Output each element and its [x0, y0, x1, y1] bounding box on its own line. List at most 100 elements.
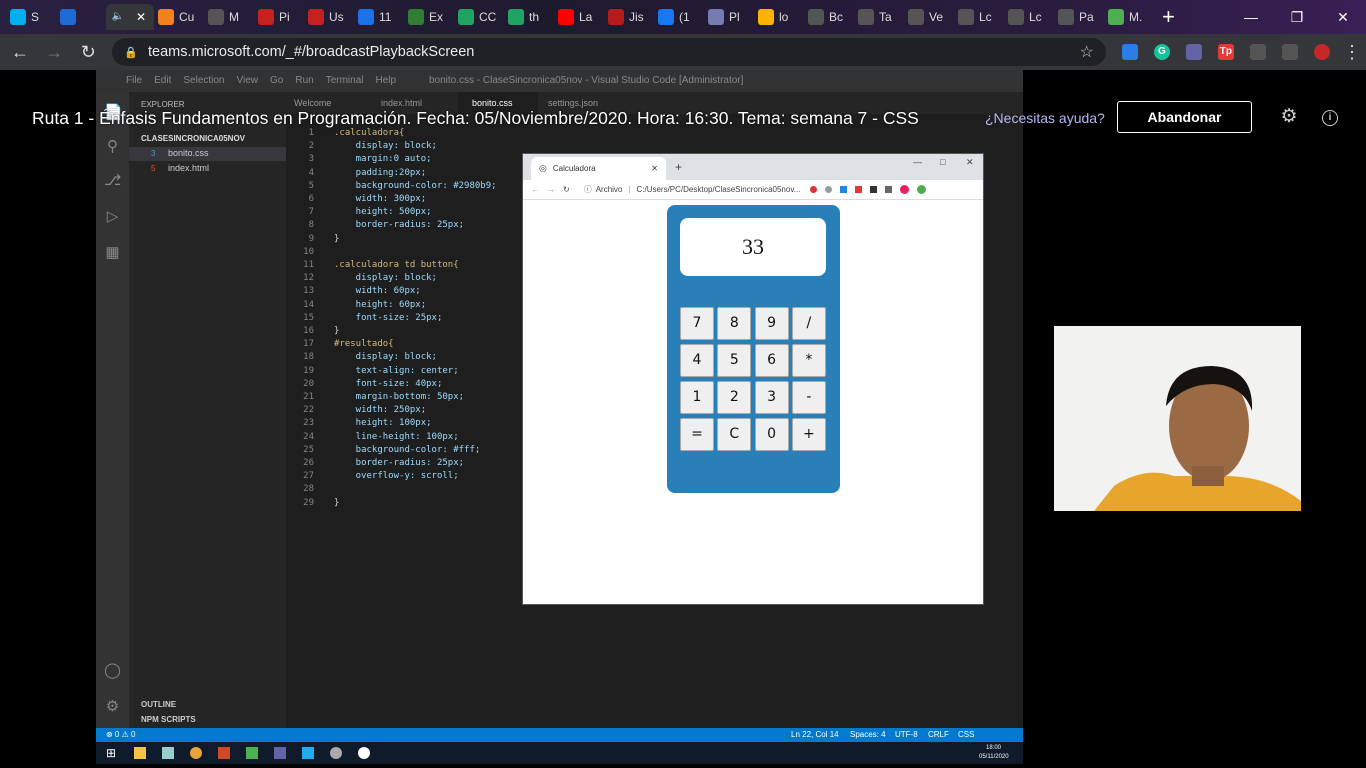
tab-close-icon[interactable]: ✕	[651, 164, 658, 173]
info-icon[interactable]: i	[1322, 110, 1338, 126]
problems-count[interactable]: ⊗ 0 ⚠ 0	[106, 730, 135, 739]
close-icon[interactable]: ✕	[1320, 0, 1366, 34]
gear-icon[interactable]: ⚙	[1279, 107, 1299, 127]
browser-tab[interactable]: Ex	[404, 4, 454, 30]
browser-tab[interactable]: (1	[654, 4, 704, 30]
browser-tab[interactable]: Bc	[804, 4, 854, 30]
calc-key[interactable]: =	[680, 418, 714, 451]
help-link[interactable]: ¿Necesitas ayuda?	[985, 110, 1105, 126]
grammarly-icon[interactable]: G	[1153, 44, 1170, 60]
browser-tab[interactable]: La	[554, 4, 604, 30]
calc-key[interactable]: 9	[754, 307, 789, 340]
source-control-icon[interactable]: ⎇	[104, 172, 121, 189]
browser-tab[interactable]: M.	[1104, 4, 1154, 30]
file-item-index[interactable]: index.html	[168, 163, 209, 173]
new-tab-icon[interactable]: +	[1162, 4, 1175, 30]
browser-tab[interactable]: Jis	[604, 4, 654, 30]
browser-tab[interactable]: th	[504, 4, 554, 30]
calc-key[interactable]: 1	[680, 381, 714, 414]
vscode-menu-item[interactable]: Go	[270, 75, 283, 86]
vscode-menu-item[interactable]: Edit	[154, 75, 171, 86]
calc-tab[interactable]: ◎ Calculadora ✕	[531, 157, 666, 180]
ext-blue-icon[interactable]	[840, 186, 848, 193]
calc-key[interactable]: -	[791, 381, 826, 414]
browser-tab[interactable]: Ve	[904, 4, 954, 30]
browser-tab[interactable]: Lc	[954, 4, 1004, 30]
browser-tab[interactable]: 🔈 ✕	[106, 4, 154, 30]
settings-icon[interactable]: ⚙	[104, 698, 121, 715]
calc-key[interactable]: 0	[754, 418, 789, 451]
playlist-icon[interactable]	[1281, 44, 1298, 60]
calc-key[interactable]: C	[717, 418, 752, 451]
url-field[interactable]: 🔒 teams.microsoft.com/_#/broadcastPlayba…	[112, 38, 1106, 66]
leave-button[interactable]: Abandonar	[1117, 101, 1252, 133]
misc-taskbar-icon[interactable]	[330, 747, 342, 759]
calc-key[interactable]: *	[791, 344, 826, 377]
folder-taskbar-icon[interactable]	[134, 747, 146, 759]
powerpoint-taskbar-icon[interactable]	[218, 747, 230, 759]
ext-shield-icon[interactable]	[825, 186, 833, 193]
profile-icon[interactable]	[900, 185, 910, 194]
browser-tab[interactable]: Ta	[854, 4, 904, 30]
star-icon[interactable]: ☆	[1080, 42, 1094, 62]
calc-key[interactable]: 7	[680, 307, 714, 340]
new-tab-icon[interactable]: +	[675, 160, 682, 174]
puzzle-icon[interactable]	[1249, 44, 1266, 60]
teams-ext-icon[interactable]	[1185, 44, 1202, 60]
calc-back-icon[interactable]: ←	[531, 185, 539, 194]
extensions-icon[interactable]: ▦	[104, 244, 121, 261]
vscode-taskbar-icon[interactable]	[302, 747, 314, 759]
tp-ext-icon[interactable]: Tp	[1217, 44, 1234, 60]
browser-tab[interactable]: S	[6, 4, 56, 30]
calc-minimize-icon[interactable]: —	[913, 157, 922, 167]
search-icon[interactable]: ⚲	[104, 138, 121, 155]
calc-key[interactable]: 2	[717, 381, 752, 414]
file-item-bonito[interactable]: bonito.css	[168, 148, 209, 158]
browser-tab[interactable]: Lc	[1004, 4, 1054, 30]
browser-tab[interactable]: lo	[754, 4, 804, 30]
line-ending[interactable]: CRLF	[928, 730, 949, 739]
forward-icon[interactable]: →	[40, 37, 68, 67]
vscode-menu-item[interactable]: View	[237, 75, 259, 86]
vscode-menu-item[interactable]: Run	[295, 75, 313, 86]
addr-path[interactable]: C:/Users/PC/Desktop/ClaseSincronica05nov…	[636, 185, 800, 194]
extension-cloud-icon[interactable]	[1121, 44, 1138, 60]
browser-tab[interactable]: Pa	[1054, 4, 1104, 30]
calc-forward-icon[interactable]: →	[547, 185, 555, 194]
ext-dark-icon[interactable]	[870, 186, 878, 193]
calc-key[interactable]: 6	[754, 344, 789, 377]
calc-key[interactable]: 4	[680, 344, 714, 377]
browser-tab[interactable]	[56, 4, 106, 30]
calc-close-icon[interactable]: ✕	[966, 157, 974, 168]
calc-key[interactable]: /	[791, 307, 826, 340]
cursor-position[interactable]: Ln 22, Col 14	[791, 730, 839, 739]
maps-taskbar-icon[interactable]	[358, 747, 370, 759]
outline-section[interactable]: OUTLINE	[141, 700, 176, 709]
teams-taskbar-icon[interactable]	[274, 747, 286, 759]
app-taskbar-icon[interactable]	[162, 747, 174, 759]
calc-key[interactable]: 3	[754, 381, 789, 414]
folder-name[interactable]: CLASESINCRONICA05NOV	[141, 134, 245, 143]
windows-start-icon[interactable]: ⊞	[106, 746, 116, 760]
calc-reload-icon[interactable]: ↻	[563, 185, 570, 194]
ext-red-icon[interactable]	[810, 186, 818, 193]
restore-icon[interactable]: ❐	[1274, 0, 1320, 34]
calc-key[interactable]: 8	[717, 307, 752, 340]
notepad-taskbar-icon[interactable]	[246, 747, 258, 759]
browser-tab[interactable]: Cu	[154, 4, 204, 30]
npm-scripts-section[interactable]: NPM SCRIPTS	[141, 715, 196, 724]
minimize-icon[interactable]: —	[1228, 0, 1274, 34]
ext-green-icon[interactable]	[917, 185, 927, 194]
account-icon[interactable]: ◯	[104, 662, 121, 679]
vscode-menu-item[interactable]: Selection	[183, 75, 224, 86]
ext-gmail-icon[interactable]	[855, 186, 863, 193]
chrome-taskbar-icon[interactable]	[190, 747, 202, 759]
run-icon[interactable]: ▷	[104, 208, 121, 225]
browser-tab[interactable]: Pi	[254, 4, 304, 30]
avatar[interactable]	[1313, 44, 1330, 60]
browser-tab[interactable]: Pl	[704, 4, 754, 30]
language-mode[interactable]: CSS	[958, 730, 974, 739]
browser-tab[interactable]: 11	[354, 4, 404, 30]
browser-tab[interactable]: M	[204, 4, 254, 30]
calc-maximize-icon[interactable]: □	[940, 157, 945, 167]
